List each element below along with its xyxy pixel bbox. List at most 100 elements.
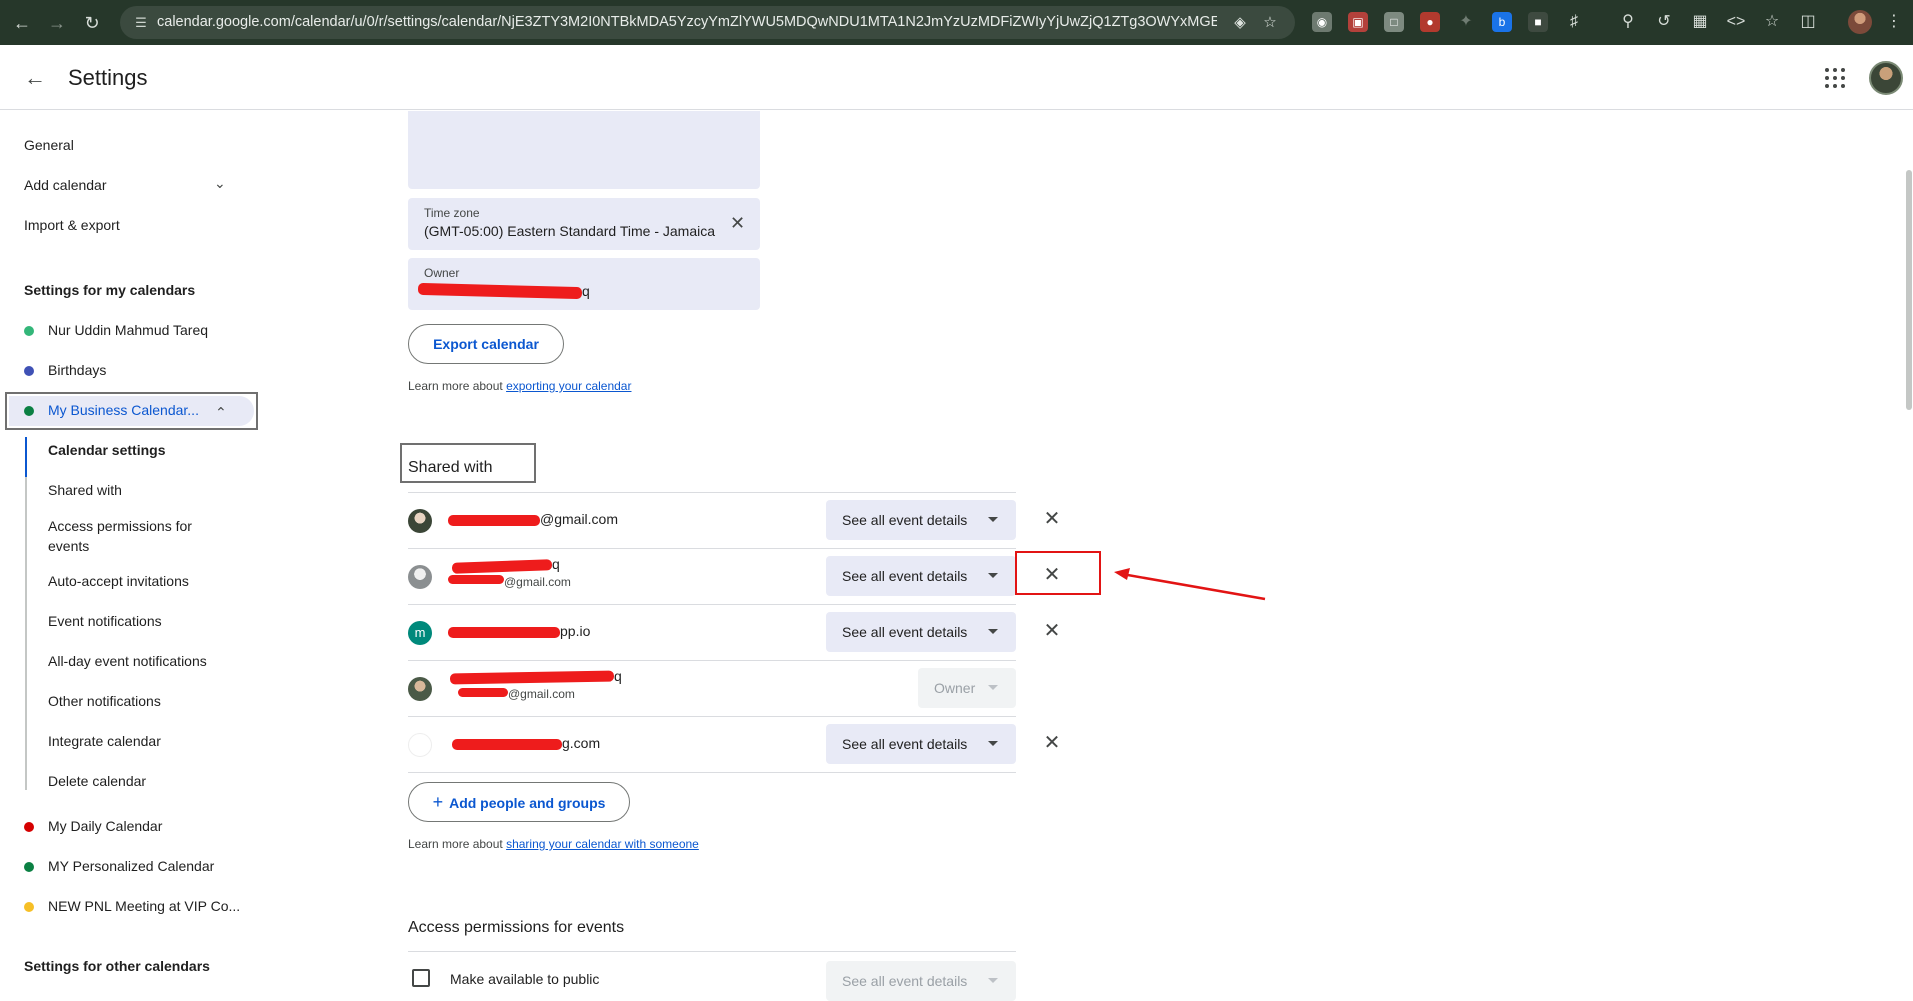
profile-avatar[interactable] <box>1848 10 1872 34</box>
permission-value: See all event details <box>842 973 968 989</box>
sidebar-sub-other-notifications[interactable]: Other notifications <box>48 691 161 711</box>
account-avatar[interactable] <box>1869 61 1903 95</box>
annotation-highlight-box <box>1015 551 1101 595</box>
sharing-calendar-link[interactable]: sharing your calendar with someone <box>506 837 699 851</box>
share-email: @gmail.com <box>508 687 575 701</box>
shared-with-title: Shared with <box>408 459 493 476</box>
extensions-puzzle-icon[interactable]: ♯ <box>1564 12 1584 32</box>
sidebar-calendar-my-business[interactable]: My Business Calendar... <box>48 402 199 418</box>
bing-extension-icon[interactable]: b <box>1492 12 1512 32</box>
owner-field: Owner q <box>408 258 760 310</box>
dropdown-caret-icon <box>988 573 998 578</box>
extension-icon[interactable]: □ <box>1384 12 1404 32</box>
permission-dropdown[interactable]: See all event details <box>826 556 1016 596</box>
public-permission-dropdown: See all event details <box>826 961 1016 1001</box>
annotation-arrow-icon <box>1114 568 1266 601</box>
owner-permission-dropdown: Owner <box>918 668 1016 708</box>
sidebar-sub-shared-with[interactable]: Shared with <box>48 480 122 500</box>
apps-grid-icon[interactable] <box>1824 67 1848 91</box>
subtree-active-marker <box>25 437 27 477</box>
forward-icon[interactable]: → <box>45 11 69 35</box>
sidebar-sub-integrate-calendar[interactable]: Integrate calendar <box>48 731 161 751</box>
permission-dropdown[interactable]: See all event details <box>826 500 1016 540</box>
share-name: q <box>552 556 560 572</box>
sidebar-sub-delete-calendar[interactable]: Delete calendar <box>48 771 146 791</box>
extension-icon[interactable]: ■ <box>1528 12 1548 32</box>
permission-value: See all event details <box>842 568 968 584</box>
permission-value: Owner <box>934 680 976 696</box>
sidebar-item-import-export[interactable]: Import & export <box>24 217 120 233</box>
access-permissions-title: Access permissions for events <box>408 919 625 936</box>
extension-icon[interactable]: ▣ <box>1348 12 1368 32</box>
make-public-checkbox[interactable] <box>412 969 430 987</box>
divider <box>408 951 1016 952</box>
extension-icon[interactable]: ● <box>1420 12 1440 32</box>
chevron-up-icon[interactable]: ⌄ <box>215 403 227 420</box>
share-avatar <box>408 509 432 533</box>
share-row: q @gmail.com See all event details ✕ <box>408 549 1060 605</box>
timezone-label: Time zone <box>424 206 480 220</box>
permission-dropdown[interactable]: See all event details <box>826 724 1016 764</box>
share-row: @gmail.com See all event details ✕ <box>408 493 1060 549</box>
back-arrow-icon[interactable]: ← <box>20 63 50 93</box>
redaction-mark <box>417 282 583 300</box>
remove-share-button[interactable]: ✕ <box>1040 731 1064 755</box>
timezone-value: (GMT-05:00) Eastern Standard Time - Jama… <box>424 223 715 239</box>
sidebar-sub-all-day-notifications[interactable]: All-day event notifications <box>48 651 207 671</box>
back-icon[interactable]: ← <box>10 11 34 35</box>
browser-toolbar: ← → ↻ ☰ calendar.google.com/calendar/u/0… <box>0 0 1913 45</box>
sidebar-sub-event-notifications[interactable]: Event notifications <box>48 611 162 631</box>
bookmark-star-icon[interactable]: ☆ <box>1260 13 1280 33</box>
sidebar-calendar-my-daily[interactable]: My Daily Calendar <box>48 818 162 834</box>
export-calendar-button[interactable]: Export calendar <box>408 324 564 364</box>
reload-icon[interactable]: ↻ <box>80 11 104 35</box>
sidebar-calendar-nur-uddin[interactable]: Nur Uddin Mahmud Tareq <box>48 322 208 338</box>
sidebar-calendar-new-pnl[interactable]: NEW PNL Meeting at VIP Co... <box>48 898 240 914</box>
add-people-button[interactable]: + Add people and groups <box>408 782 630 822</box>
chevron-down-icon[interactable]: ⌄ <box>214 175 226 192</box>
more-menu-icon[interactable]: ⋮ <box>1884 12 1904 32</box>
sidebar-item-add-calendar[interactable]: Add calendar <box>24 177 107 193</box>
share-row: g.com See all event details ✕ <box>408 717 1060 773</box>
address-bar[interactable]: ☰ calendar.google.com/calendar/u/0/r/set… <box>120 6 1295 39</box>
sidebar-sub-access-permissions[interactable]: Access permissions for events <box>48 516 208 556</box>
redaction-mark <box>452 739 562 750</box>
location-icon[interactable]: ⚲ <box>1618 12 1638 32</box>
history-icon[interactable]: ↺ <box>1654 12 1674 32</box>
subtree-guide <box>25 437 27 790</box>
settings-header: ← Settings <box>0 45 1913 110</box>
extension-icon[interactable]: ✦ <box>1456 12 1476 32</box>
permission-value: See all event details <box>842 624 968 640</box>
sidebar-calendar-my-personalized[interactable]: MY Personalized Calendar <box>48 858 214 874</box>
timezone-field[interactable]: Time zone (GMT-05:00) Eastern Standard T… <box>408 198 760 250</box>
camera-extension-icon[interactable]: ◉ <box>1312 12 1332 32</box>
dropdown-caret-icon <box>988 685 998 690</box>
other-calendars-heading: Settings for other calendars <box>24 958 210 974</box>
share-row: m pp.io See all event details ✕ <box>408 605 1060 661</box>
remove-share-button[interactable]: ✕ <box>1040 507 1064 531</box>
redaction-mark <box>448 627 560 638</box>
my-calendars-heading: Settings for my calendars <box>24 282 196 298</box>
sidebar-item-general[interactable]: General <box>24 137 74 153</box>
sidebar-sub-auto-accept[interactable]: Auto-accept invitations <box>48 571 189 591</box>
share-avatar <box>408 565 432 589</box>
permission-dropdown[interactable]: See all event details <box>826 612 1016 652</box>
scrollbar-thumb[interactable] <box>1906 170 1912 410</box>
remove-share-button[interactable]: ✕ <box>1040 619 1064 643</box>
description-field[interactable] <box>408 111 760 189</box>
code-icon[interactable]: <> <box>1726 12 1746 32</box>
add-people-label: Add people and groups <box>449 795 606 811</box>
exporting-calendar-link[interactable]: exporting your calendar <box>506 379 631 393</box>
learn-more-prefix: Learn more about <box>408 379 507 393</box>
site-info-icon[interactable]: ☰ <box>132 14 150 32</box>
share-avatar <box>408 677 432 701</box>
tab-layout-icon[interactable]: ▦ <box>1690 12 1710 32</box>
sidebar-sub-calendar-settings[interactable]: Calendar settings <box>48 440 165 460</box>
lens-icon[interactable]: ◈ <box>1230 13 1250 33</box>
settings-sidebar: General Add calendar ⌄ Import & export S… <box>0 111 260 986</box>
clear-timezone-icon[interactable]: ✕ <box>730 213 745 233</box>
trash-icon[interactable]: ◫ <box>1798 12 1818 32</box>
redaction-mark <box>451 559 553 574</box>
bookmarks-icon[interactable]: ☆ <box>1762 12 1782 32</box>
sidebar-calendar-birthdays[interactable]: Birthdays <box>48 362 106 378</box>
